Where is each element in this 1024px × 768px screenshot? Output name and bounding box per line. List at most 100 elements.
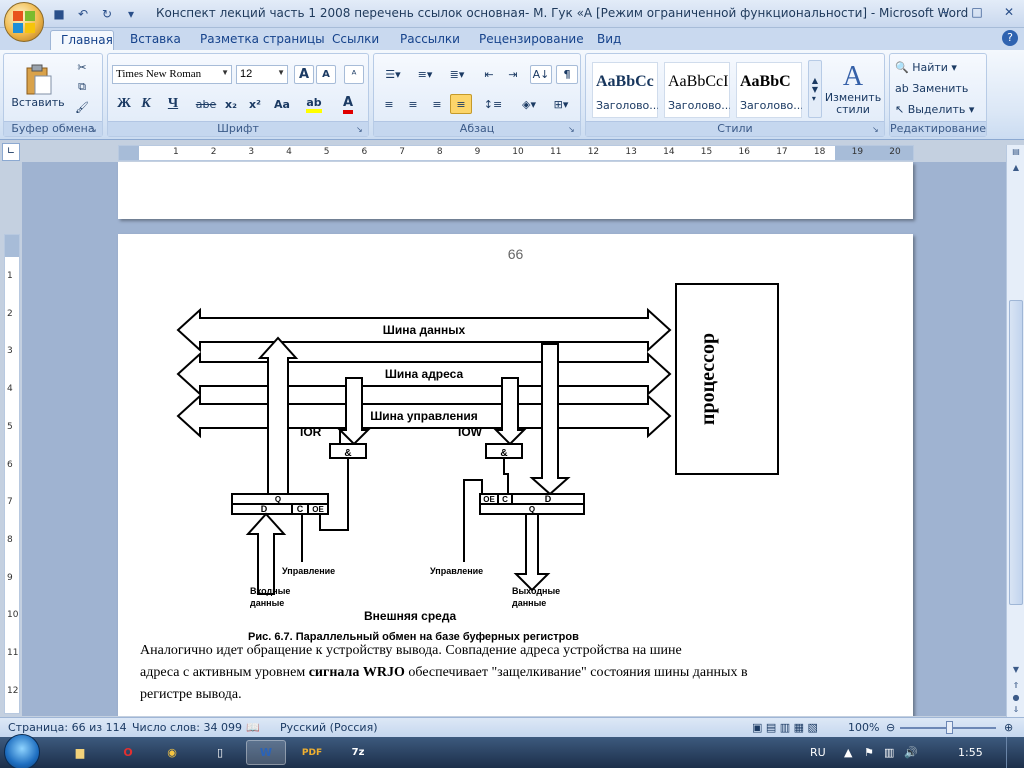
style-heading-3[interactable]: AaBbC Заголово... [736, 62, 802, 118]
copy-icon[interactable]: ⧉ [72, 78, 92, 96]
zoom-level[interactable]: 100% [848, 721, 879, 734]
numbering-icon[interactable]: ≡▾ [410, 65, 440, 84]
tab-mailings[interactable]: Рассылки [390, 30, 470, 50]
format-painter-icon[interactable]: 🖌 [72, 98, 92, 116]
bullets-icon[interactable]: ☰▾ [378, 65, 408, 84]
pdf-taskbar-icon[interactable]: PDF [292, 740, 332, 765]
scroll-up-icon[interactable]: ▲ [1009, 163, 1023, 177]
font-launcher-icon[interactable]: ↘ [356, 125, 365, 134]
select-button[interactable]: ↖ Выделить ▾ [894, 100, 982, 118]
tab-review[interactable]: Рецензирование [469, 30, 594, 50]
cut-icon[interactable]: ✂ [72, 58, 92, 76]
shading-icon[interactable]: ◈▾ [514, 94, 544, 114]
tab-view[interactable]: Вид [587, 30, 631, 50]
close-button[interactable]: ✕ [998, 3, 1020, 21]
sort-icon[interactable]: A↓ [530, 65, 552, 84]
office-button[interactable] [4, 2, 44, 42]
paragraph-launcher-icon[interactable]: ↘ [568, 125, 577, 134]
proofing-icon[interactable]: 📖 [246, 721, 260, 734]
line-spacing-icon[interactable]: ↕≡ [478, 94, 508, 114]
ruler-number: 6 [361, 147, 368, 157]
chrome-taskbar-icon[interactable]: ◉ [152, 740, 192, 765]
7zip-taskbar-icon[interactable]: 7z [338, 740, 378, 765]
volume-icon[interactable]: 🔊 [904, 746, 918, 759]
ruler-toggle-icon[interactable]: ▤ [1009, 147, 1023, 161]
align-center-icon[interactable]: ≡ [402, 94, 424, 114]
style-heading-2[interactable]: AaBbCcI Заголово... [664, 62, 730, 118]
status-language[interactable]: Русский (Россия) [280, 721, 378, 734]
help-icon[interactable]: ? [1002, 30, 1018, 46]
ruler-number: 3 [7, 346, 13, 357]
minimize-button[interactable]: – [934, 3, 956, 21]
increase-indent-icon[interactable]: ⇥ [502, 65, 524, 84]
horizontal-ruler[interactable]: 1 2 3 4 5 6 7 8 9 10 11 12 13 14 15 16 17 18 19 20 [118, 145, 914, 161]
tab-selector-button[interactable]: ∟ [2, 143, 20, 161]
previous-page[interactable] [118, 162, 913, 219]
undo-icon[interactable]: ↶ [74, 5, 92, 23]
view-buttons[interactable]: ▣ ▤ ▥ ▦ ▧ [752, 721, 818, 734]
bold-button[interactable]: Ж [114, 94, 134, 114]
align-left-icon[interactable]: ≡ [378, 94, 400, 114]
language-indicator[interactable]: RU [810, 746, 826, 759]
network-icon[interactable]: ▥ [884, 746, 894, 759]
align-right-icon[interactable]: ≡ [426, 94, 448, 114]
highlight-icon[interactable]: ab [300, 94, 328, 114]
clock[interactable]: 1:55 [958, 746, 983, 759]
vertical-ruler[interactable]: 1 2 3 4 5 6 7 8 9 10 11 12 [4, 234, 20, 714]
tray-expand-icon[interactable]: ▲ [844, 746, 852, 759]
grow-font-button[interactable]: A [294, 65, 314, 84]
underline-button[interactable]: Ч [160, 94, 186, 114]
notepad-taskbar-icon[interactable]: ▯ [200, 740, 240, 765]
style-heading-1[interactable]: AaBbCc Заголово... [592, 62, 658, 118]
font-size-select[interactable]: 12 ▼ [236, 65, 288, 84]
font-family-select[interactable]: Times New Roman ▼ [112, 65, 232, 84]
scroll-thumb[interactable] [1009, 300, 1023, 605]
zoom-out-icon[interactable]: ⊖ [886, 721, 895, 734]
status-page[interactable]: Страница: 66 из 114 [8, 721, 127, 734]
decrease-indent-icon[interactable]: ⇤ [478, 65, 500, 84]
processor-box [675, 283, 779, 475]
justify-icon[interactable]: ≡ [450, 94, 472, 114]
show-desktop-button[interactable] [1006, 737, 1022, 768]
word-taskbar-icon[interactable]: W [246, 740, 286, 765]
scroll-down-icon[interactable]: ▼ [1009, 665, 1023, 679]
font-color-icon[interactable]: A [334, 94, 362, 114]
subscript-button[interactable]: x₂ [220, 94, 242, 114]
clipboard-launcher-icon[interactable]: ↘ [90, 125, 99, 134]
styles-scroll[interactable]: ▲ ▼ ▾ [808, 60, 822, 118]
maximize-button[interactable]: □ [966, 3, 988, 21]
document-area[interactable]: 66 Шина данных Шина адреса Шина управлен… [22, 162, 1006, 716]
change-case-button[interactable]: Aa [268, 94, 296, 114]
find-button[interactable]: 🔍 Найти ▾ [894, 58, 982, 76]
strikethrough-button[interactable]: abe [194, 94, 218, 114]
vertical-scrollbar[interactable]: ▤ ▲ ▼ ⇑ ● ⇓ [1006, 145, 1024, 717]
tab-page-layout[interactable]: Разметка страницы [190, 30, 335, 50]
change-styles-button[interactable]: A Изменить стили [824, 58, 882, 120]
redo-icon[interactable]: ↻ [98, 5, 116, 23]
style-sample: AaBbC [740, 73, 791, 90]
replace-button[interactable]: ab Заменить [894, 79, 982, 97]
document-page[interactable]: 66 Шина данных Шина адреса Шина управлен… [118, 234, 913, 716]
tab-references[interactable]: Ссылки [322, 30, 389, 50]
zoom-slider-knob[interactable] [946, 721, 953, 734]
save-icon[interactable]: ■ [50, 5, 68, 23]
clear-format-icon[interactable]: ᴬ [344, 65, 364, 84]
styles-launcher-icon[interactable]: ↘ [872, 125, 881, 134]
paste-button[interactable]: Вставить [11, 58, 65, 114]
ruler-number: 4 [7, 384, 13, 395]
tab-home[interactable]: Главная [50, 30, 114, 50]
shrink-font-button[interactable]: A [316, 65, 336, 84]
zoom-in-icon[interactable]: ⊕ [1004, 721, 1013, 734]
italic-button[interactable]: К [136, 94, 156, 114]
explorer-taskbar-icon[interactable]: ▆ [60, 740, 100, 765]
status-words[interactable]: Число слов: 34 099 [132, 721, 242, 734]
start-button[interactable] [4, 734, 40, 768]
action-center-icon[interactable]: ⚑ [864, 746, 874, 759]
superscript-button[interactable]: x² [244, 94, 266, 114]
opera-taskbar-icon[interactable]: O [108, 740, 148, 765]
customize-qat-icon[interactable]: ▾ [122, 5, 140, 23]
tab-insert[interactable]: Вставка [120, 30, 191, 50]
show-marks-button[interactable]: ¶ [556, 65, 578, 84]
multilevel-list-icon[interactable]: ≣▾ [442, 65, 472, 84]
borders-icon[interactable]: ⊞▾ [546, 94, 576, 114]
